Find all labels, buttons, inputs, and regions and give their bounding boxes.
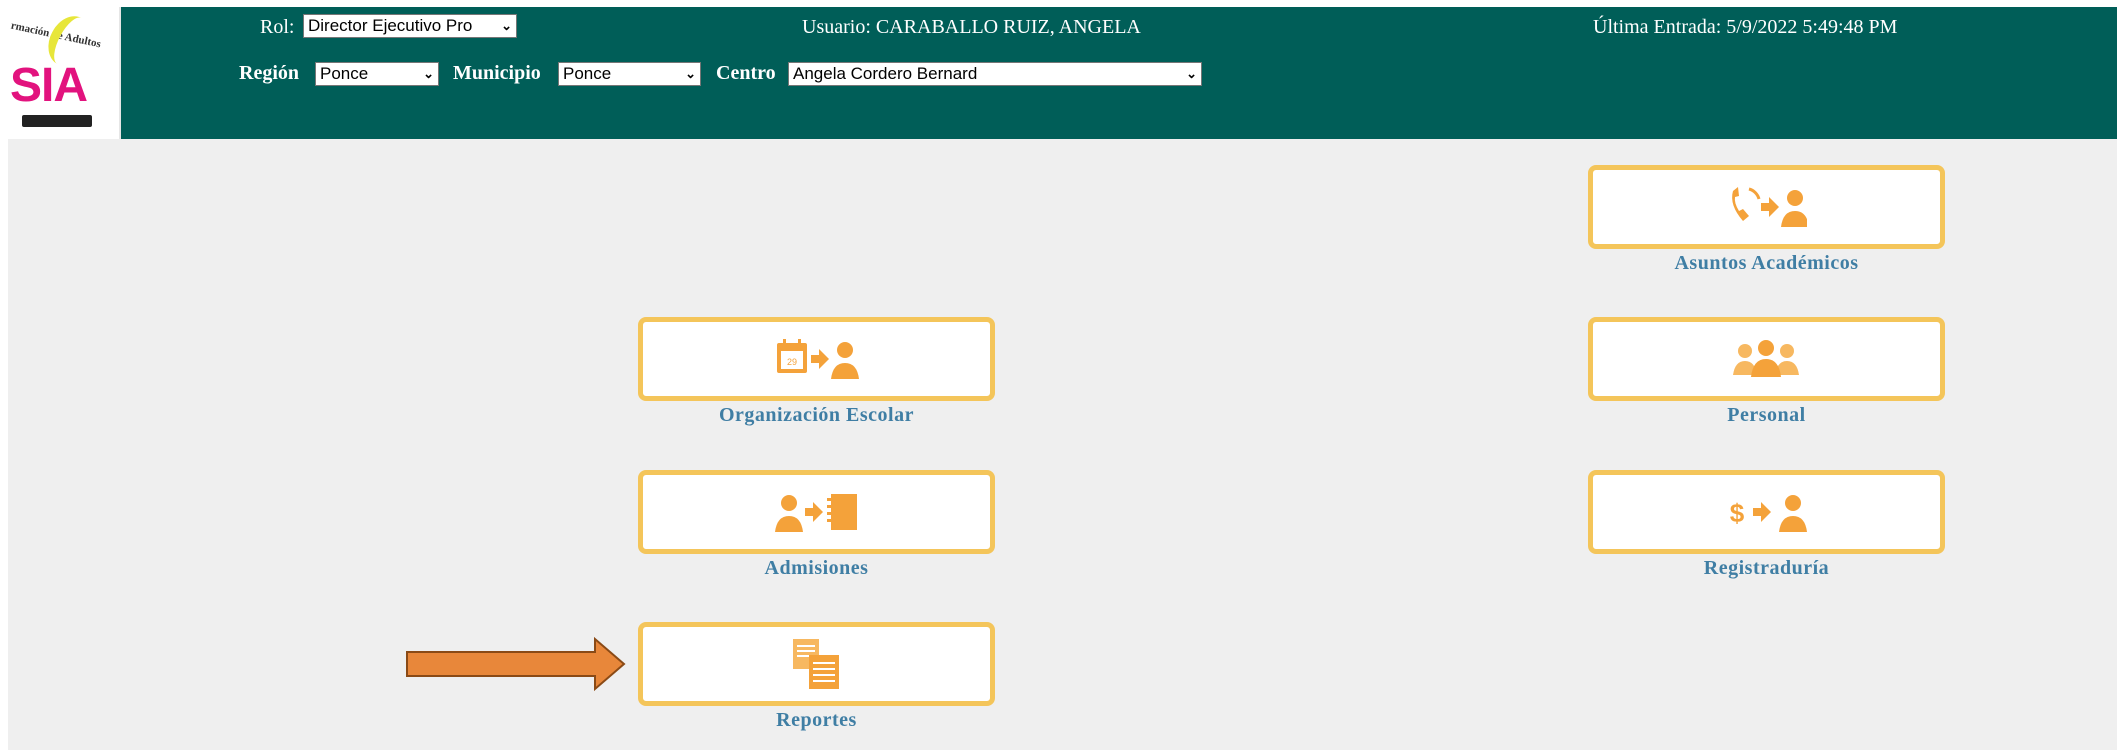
admisiones-button[interactable]	[638, 470, 995, 554]
organizacion-escolar-label: Organización Escolar	[719, 404, 914, 426]
asuntos-academicos-label: Asuntos Académicos	[1674, 252, 1859, 274]
asuntos-academicos-button[interactable]	[1588, 165, 1945, 249]
municipio-label: Municipio	[453, 62, 541, 84]
people-group-icon	[1732, 340, 1799, 377]
centro-select[interactable]: Angela Cordero Bernard ⌄	[788, 62, 1202, 86]
calendar-to-person-icon: 29	[776, 339, 859, 379]
rol-select[interactable]: Director Ejecutivo Pro ⌄	[303, 14, 517, 38]
rol-select-value: Director Ejecutivo Pro	[308, 16, 473, 35]
chevron-down-icon: ⌄	[685, 66, 696, 81]
centro-label: Centro	[716, 62, 776, 84]
usuario-text: Usuario: CARABALLO RUIZ, ANGELA	[802, 16, 1141, 38]
reportes-label: Reportes	[776, 709, 857, 731]
region-label: Región	[239, 62, 299, 84]
region-select[interactable]: Ponce ⌄	[315, 62, 439, 86]
person-to-notebook-icon	[774, 494, 857, 532]
chevron-down-icon: ⌄	[1186, 66, 1197, 81]
chevron-down-icon: ⌄	[501, 18, 512, 33]
sia-logo: rmación de Adultos SIA	[8, 7, 121, 139]
annotation-arrow-icon	[406, 636, 626, 692]
logo-base	[22, 115, 92, 127]
svg-text:$: $	[1729, 498, 1744, 528]
municipio-select-value: Ponce	[563, 64, 612, 83]
ultima-entrada-text: Última Entrada: 5/9/2022 5:49:48 PM	[1593, 16, 1898, 38]
chevron-down-icon: ⌄	[423, 66, 434, 81]
region-select-value: Ponce	[320, 64, 369, 83]
reportes-button[interactable]	[638, 622, 995, 706]
rol-label: Rol:	[260, 16, 295, 38]
svg-text:29: 29	[786, 357, 796, 367]
personal-label: Personal	[1727, 404, 1806, 426]
registraduria-label: Registraduría	[1703, 557, 1830, 579]
documents-icon	[792, 639, 839, 689]
phone-to-person-icon	[1731, 187, 1807, 227]
centro-select-value: Angela Cordero Bernard	[793, 64, 978, 83]
logo-text: SIA	[10, 59, 88, 112]
admisiones-label: Admisiones	[764, 557, 869, 579]
municipio-select[interactable]: Ponce ⌄	[558, 62, 701, 86]
personal-button[interactable]	[1588, 317, 1945, 401]
registraduria-button[interactable]: $	[1588, 470, 1945, 554]
organizacion-escolar-button[interactable]: 29	[638, 317, 995, 401]
money-to-person-icon: $	[1729, 495, 1807, 532]
